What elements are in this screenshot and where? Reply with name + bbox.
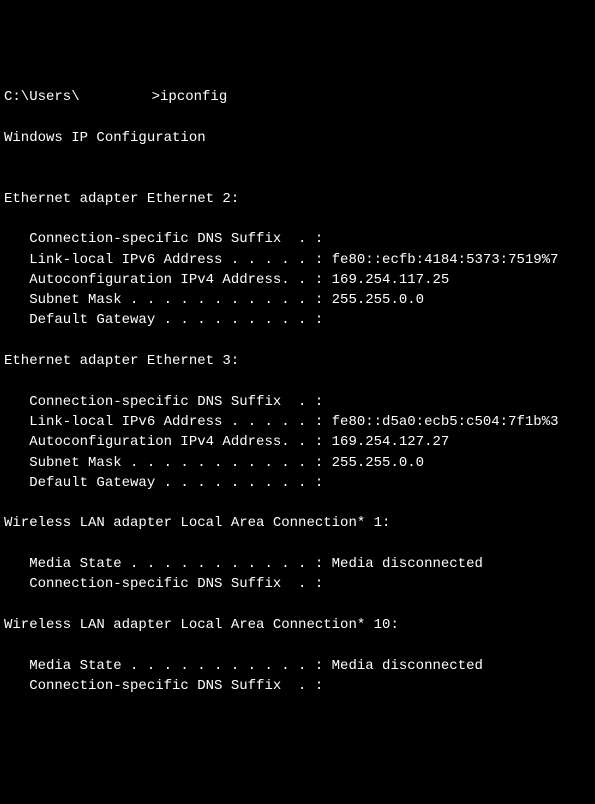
terminal-output: C:\Users\ >ipconfig Windows IP Configurat… <box>4 87 595 696</box>
redacted-username <box>80 89 152 103</box>
output-header: Windows IP Configuration <box>4 130 206 146</box>
prompt-command: >ipconfig <box>152 89 228 105</box>
adapter-section-list: Ethernet adapter Ethernet 2: Connection-… <box>4 191 559 694</box>
prompt-prefix: C:\Users\ <box>4 89 80 105</box>
prompt-line: C:\Users\ >ipconfig <box>4 89 227 105</box>
